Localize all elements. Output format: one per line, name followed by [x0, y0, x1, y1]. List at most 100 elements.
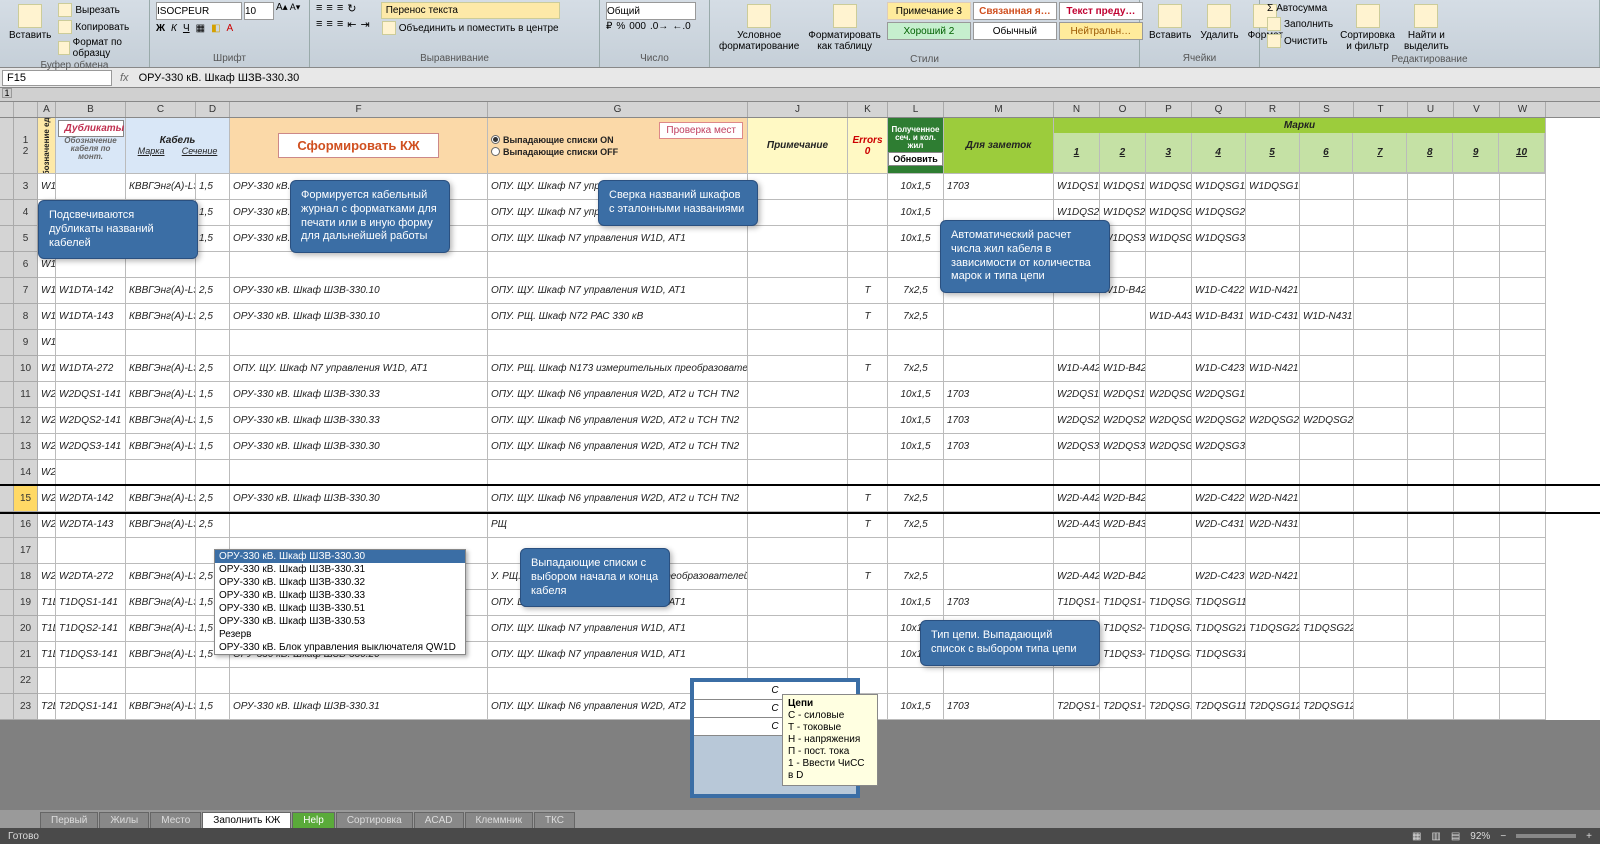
underline-button[interactable]: Ч	[183, 23, 190, 34]
cell[interactable]	[1354, 408, 1408, 434]
col-O[interactable]: O	[1100, 102, 1146, 117]
italic-button[interactable]: К	[171, 23, 177, 34]
cell[interactable]: W2DQSG11-73	[1146, 382, 1192, 408]
cell[interactable]: W2D-A431	[1054, 512, 1100, 538]
cell[interactable]: 1703	[944, 434, 1054, 460]
cell[interactable]	[1246, 434, 1300, 460]
cell[interactable]	[944, 460, 1054, 486]
cell[interactable]	[1500, 304, 1546, 330]
cell[interactable]	[1300, 512, 1354, 538]
insert-cells-button[interactable]: Вставить	[1146, 2, 1194, 43]
font-name-select[interactable]	[156, 2, 242, 20]
cell[interactable]: ОРУ-330 кВ. Шкаф ШЗВ-330.10	[230, 278, 488, 304]
copy-button[interactable]: Копировать	[57, 19, 143, 35]
cell[interactable]	[1146, 512, 1192, 538]
cell[interactable]: ОРУ-330 кВ. Шкаф ШЗВ-330.30	[230, 486, 488, 512]
cell[interactable]	[1246, 200, 1300, 226]
cell[interactable]	[1300, 356, 1354, 382]
cell[interactable]	[748, 434, 848, 460]
cell[interactable]: 10x1,5	[888, 694, 944, 720]
cell[interactable]: ОПУ. ЩУ. Шкаф N7 управления W1D, АТ1	[488, 616, 748, 642]
cell[interactable]: 1,5	[196, 200, 230, 226]
cell[interactable]: T1DQS1-75	[1100, 590, 1146, 616]
align-right-icon[interactable]: ≡	[337, 18, 343, 31]
cell[interactable]	[748, 590, 848, 616]
cell[interactable]	[1354, 174, 1408, 200]
cell[interactable]	[1100, 304, 1146, 330]
cell[interactable]: T1DQSG21-73	[1146, 616, 1192, 642]
cell[interactable]	[1300, 434, 1354, 460]
cell[interactable]	[1454, 434, 1500, 460]
cell[interactable]	[1354, 590, 1408, 616]
cell[interactable]: W2D-A422	[1054, 486, 1100, 512]
find-select-button[interactable]: Найти и выделить	[1401, 2, 1452, 54]
cell[interactable]	[1408, 538, 1454, 564]
cell[interactable]: T2DQS1-	[1100, 694, 1146, 720]
cell[interactable]: W1DQS1-73	[1054, 174, 1100, 200]
cell[interactable]	[1300, 226, 1354, 252]
cell[interactable]: T1DQSG22-75	[1300, 616, 1354, 642]
cell[interactable]	[1300, 330, 1354, 356]
cell[interactable]: T1DQSG11-75	[1192, 590, 1246, 616]
cell[interactable]	[1408, 642, 1454, 668]
cell[interactable]: W1DQS1-75	[1100, 174, 1146, 200]
cell[interactable]: ОПУ. ЩУ. Шкаф N6 управления W2D, АТ2 и Т…	[488, 434, 748, 460]
cell[interactable]	[748, 460, 848, 486]
cell[interactable]	[1192, 330, 1246, 356]
cell[interactable]	[1354, 434, 1408, 460]
col-T[interactable]: T	[1354, 102, 1408, 117]
cell[interactable]	[1500, 694, 1546, 720]
cell[interactable]	[1300, 538, 1354, 564]
cell[interactable]	[1408, 356, 1454, 382]
inc-decimal-icon[interactable]: .0→	[650, 21, 668, 32]
grow-font-icon[interactable]: A▴	[276, 2, 288, 20]
cell[interactable]	[1408, 174, 1454, 200]
cell[interactable]: W2D-B423	[1100, 564, 1146, 590]
cell[interactable]: ОПУ. ЩУ. Шкаф N6 управления W2D, АТ2 и Т…	[488, 382, 748, 408]
cell[interactable]: ОРУ-330 кВ. Шкаф ШЗВ-330.30	[230, 434, 488, 460]
cell[interactable]	[848, 408, 888, 434]
col-K[interactable]: K	[848, 102, 888, 117]
cell[interactable]	[1300, 174, 1354, 200]
cell[interactable]: 7x2,5	[888, 564, 944, 590]
cell[interactable]: W2D-N431	[1246, 512, 1300, 538]
cell[interactable]	[1454, 174, 1500, 200]
cell[interactable]	[1246, 590, 1300, 616]
cell[interactable]: КВВГЭнг(A)-LS	[126, 304, 196, 330]
cell[interactable]	[848, 330, 888, 356]
cell[interactable]	[944, 356, 1054, 382]
cell[interactable]: W2D	[38, 408, 56, 434]
cell[interactable]	[748, 408, 848, 434]
orientation-icon[interactable]: ↻	[347, 2, 356, 15]
cell[interactable]	[1246, 226, 1300, 252]
cell[interactable]	[1246, 382, 1300, 408]
cell[interactable]: КВВГЭнг(A)-LS	[126, 174, 196, 200]
cell[interactable]: W2D	[38, 512, 56, 538]
dropdown-item[interactable]: Резерв	[215, 628, 465, 641]
cell[interactable]	[1354, 538, 1408, 564]
cell[interactable]	[1192, 252, 1246, 278]
cell[interactable]: W2D	[38, 486, 56, 512]
paste-button[interactable]: Вставить	[6, 2, 54, 43]
cell[interactable]: W1DQSG12-73	[1246, 174, 1300, 200]
cell[interactable]: W2D-N421	[1246, 564, 1300, 590]
cell[interactable]	[748, 512, 848, 538]
cell[interactable]	[1408, 330, 1454, 356]
sheet-tab[interactable]: Место	[150, 812, 201, 828]
cell[interactable]: W2D-C423	[1192, 564, 1246, 590]
cell[interactable]: T1D	[38, 642, 56, 668]
cell[interactable]	[1054, 460, 1100, 486]
cell[interactable]	[1300, 278, 1354, 304]
cell[interactable]	[1246, 668, 1300, 694]
percent-icon[interactable]: %	[616, 21, 625, 32]
cell[interactable]	[1354, 356, 1408, 382]
cell[interactable]	[888, 330, 944, 356]
cell[interactable]	[56, 538, 126, 564]
cell[interactable]	[1146, 356, 1192, 382]
cell[interactable]	[1354, 486, 1408, 512]
cell[interactable]: W1DQSG11-73	[1146, 174, 1192, 200]
cell[interactable]: 1703	[944, 694, 1054, 720]
cell[interactable]	[748, 226, 848, 252]
cell[interactable]: 2,5	[196, 278, 230, 304]
cell[interactable]	[1354, 460, 1408, 486]
